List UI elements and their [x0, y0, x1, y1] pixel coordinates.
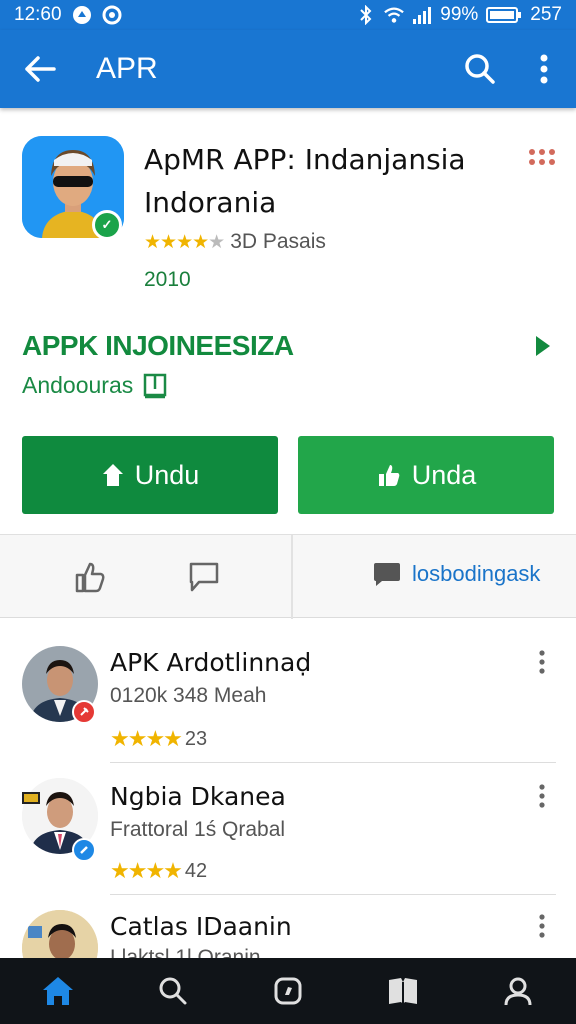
more-vertical-icon	[539, 650, 545, 674]
review-rating: ★★★★ 42	[110, 858, 207, 884]
list-item[interactable]: Catlas IDaanin Llaktsl 1l Qranin	[0, 894, 576, 958]
rating-row: ★★★★★ 3D Pasais	[144, 230, 326, 254]
avatar	[22, 910, 98, 958]
search-icon	[465, 54, 495, 84]
nav-search[interactable]	[115, 958, 230, 1024]
review-menu-button[interactable]	[532, 912, 552, 942]
star-rating-icon: ★★★★	[110, 858, 183, 883]
comment-icon	[189, 562, 219, 592]
release-year: 2010	[144, 268, 191, 291]
app-bar: APR	[0, 30, 576, 108]
battery-icon	[486, 5, 522, 25]
install-button-label: Unda	[411, 459, 477, 490]
thumbs-up-icon	[378, 465, 400, 486]
status-bar: 12:60 99% 257	[0, 0, 576, 30]
like-button[interactable]	[70, 557, 110, 597]
wifi-icon	[384, 5, 405, 25]
star-rating-icon: ★★★★	[110, 726, 183, 751]
nav-library[interactable]	[346, 958, 461, 1024]
bookmark-icon	[144, 373, 167, 398]
action-strip: losbodingask	[0, 534, 576, 619]
more-vertical-icon	[540, 54, 548, 84]
chat-bubble-icon	[374, 563, 400, 586]
review-count: 23	[184, 727, 208, 750]
sync-icon	[102, 5, 122, 25]
developer-name-link[interactable]: APPK INJOINEESIZA	[22, 330, 294, 362]
nav-home[interactable]	[0, 958, 115, 1024]
review-menu-button[interactable]	[532, 782, 552, 812]
app-header-card: ✓ ApMR APP: Indanjansia Indorania ★★★★★ …	[0, 116, 576, 536]
play-arrow-icon[interactable]	[532, 332, 556, 360]
app-name: ApMR APP: Indanjansia Indorania	[144, 143, 466, 219]
reviewer-name: Ngbia Dkanea	[110, 782, 286, 811]
nav-explore[interactable]	[230, 958, 345, 1024]
bottom-navigation	[0, 958, 576, 1024]
list-item[interactable]: APK Ardotlinnaḍ 0120k 348 Meah ★★★★ 23	[0, 630, 576, 763]
review-meta: 0120k 348 Meah	[110, 684, 267, 707]
search-icon	[159, 977, 187, 1005]
review-meta: Llaktsl 1l Qranin	[110, 946, 261, 958]
nav-profile[interactable]	[461, 958, 576, 1024]
more-vertical-icon	[539, 784, 545, 808]
profile-icon	[504, 977, 532, 1006]
comment-button[interactable]	[184, 557, 224, 597]
review-rating: ★★★★ 23	[110, 726, 207, 752]
logo-tag-icon	[22, 792, 40, 804]
verified-badge-icon: ✓	[92, 210, 122, 240]
thumbs-up-outline-icon	[75, 562, 105, 593]
signal-icon	[412, 5, 432, 25]
dots-grid-icon	[529, 149, 555, 165]
discussion-link[interactable]: losbodingask	[372, 561, 540, 587]
review-menu-button[interactable]	[532, 648, 552, 678]
category-label: Andoouras	[22, 372, 134, 398]
app-bar-title: APR	[96, 52, 158, 85]
overflow-menu-button[interactable]	[512, 30, 576, 108]
search-button[interactable]	[448, 30, 512, 108]
list-item[interactable]: Ngbia Dkanea Frattoral 1ś Qrabal ★★★★ 42	[0, 762, 576, 895]
home-icon	[42, 977, 73, 1005]
discussion-label: losbodingask	[412, 561, 541, 586]
more-vertical-icon	[539, 914, 545, 938]
book-icon	[389, 978, 418, 1004]
app-options-button[interactable]	[526, 146, 558, 170]
pin-badge-icon	[72, 700, 96, 724]
back-button[interactable]	[0, 30, 80, 108]
home-upload-icon	[102, 464, 123, 486]
status-time: 12:60	[14, 4, 62, 25]
compass-icon	[274, 977, 302, 1005]
arrow-left-icon	[25, 56, 56, 82]
reviewer-name: Catlas IDaanin	[110, 912, 292, 941]
install-button[interactable]: Unda	[298, 436, 554, 514]
rating-stars-icon: ★★★★★	[144, 231, 225, 253]
category-row: Andoouras	[22, 372, 167, 399]
rating-text: 3D Pasais	[230, 230, 326, 253]
review-count: 42	[184, 859, 208, 882]
download-button[interactable]: Undu	[22, 436, 278, 514]
reviewer-name: APK Ardotlinnaḍ	[110, 648, 312, 677]
status-extra: 257	[530, 4, 562, 25]
review-meta: Frattoral 1ś Qrabal	[110, 818, 286, 841]
bluetooth-icon	[356, 5, 376, 25]
notification-icon	[72, 5, 92, 25]
battery-percent: 99%	[440, 4, 479, 25]
edit-badge-icon	[72, 838, 96, 862]
strip-divider	[291, 535, 293, 619]
download-button-label: Undu	[134, 459, 200, 490]
